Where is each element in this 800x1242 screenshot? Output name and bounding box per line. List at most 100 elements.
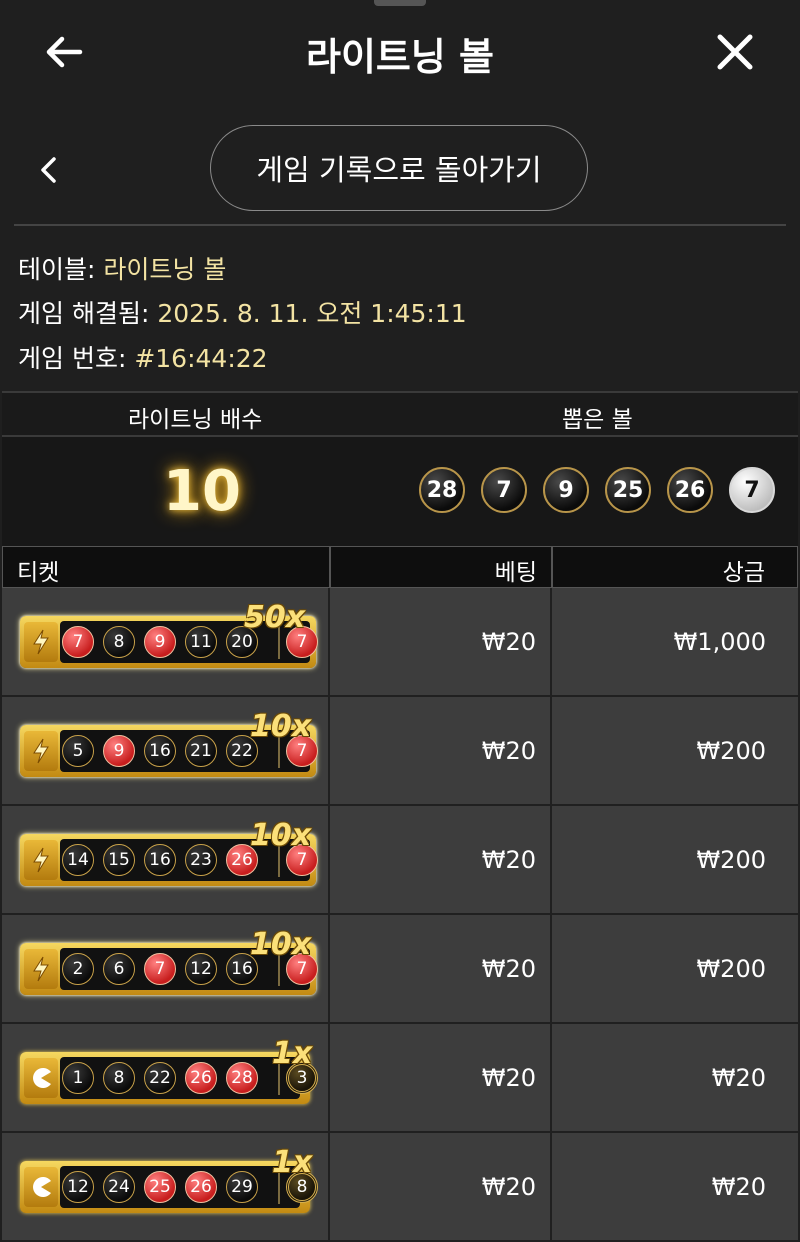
ticket: 12 24 25 26 29 8 1x <box>20 1145 318 1213</box>
ticket-cell: 5 9 16 21 22 7 10x <box>2 697 330 806</box>
multiplier-header: 라이트닝 배수 <box>128 407 263 433</box>
result-table: 라이트닝 배수 뽑은 볼 10 28 7 9 25 26 7 <box>2 391 798 549</box>
ticket-ball: 25 <box>144 1171 176 1203</box>
ticket-ball: 21 <box>185 735 217 767</box>
ticket-ball: 9 <box>144 626 176 658</box>
drawn-ball: 7 <box>481 467 527 513</box>
ticket-ball: 2 <box>62 953 94 985</box>
prize-cell: ₩1,000 <box>552 588 798 697</box>
ticket-ball: 8 <box>103 1062 135 1094</box>
history-nav: 게임 기록으로 돌아가기 <box>0 120 800 220</box>
ticket-ball: 16 <box>144 844 176 876</box>
bet-cell: ₩20 <box>330 1024 552 1133</box>
ticket-multiplier-badge: 1x <box>272 1145 313 1180</box>
ticket-ball: 12 <box>62 1171 94 1203</box>
ticket-cell: 1 8 22 26 28 3 1x <box>2 1024 330 1133</box>
bet-column-header: 베팅 <box>330 546 552 588</box>
balls-header: 뽑은 볼 <box>562 407 633 433</box>
lightning-icon <box>24 622 58 662</box>
lightning-icon <box>24 840 58 880</box>
bet-cell: ₩20 <box>330 697 552 806</box>
ticket: 2 6 7 12 16 7 10x <box>20 927 318 995</box>
ticket-cell: 14 15 16 23 26 7 10x <box>2 806 330 915</box>
prize-cell: ₩20 <box>552 1133 798 1242</box>
prize-cell: ₩200 <box>552 915 798 1024</box>
info-table-label: 테이블: <box>18 255 96 284</box>
tickets-table: 티켓 베팅 상금 7 8 9 11 20 7 50x ₩20 ₩1,000 5 9 16 21 22 7 10… <box>2 546 798 1242</box>
bet-cell: ₩20 <box>330 915 552 1024</box>
drawn-ball: 26 <box>667 467 713 513</box>
tickets-rows: 7 8 9 11 20 7 50x ₩20 ₩1,000 5 9 16 21 22 7 10x ₩20 ₩200 1… <box>2 588 798 1242</box>
ticket-ball: 12 <box>185 953 217 985</box>
ticket-ball: 5 <box>62 735 94 767</box>
ticket-ball: 7 <box>62 626 94 658</box>
ticket-multiplier-badge: 10x <box>250 709 312 744</box>
ticket-row: 14 15 16 23 26 7 10x ₩20 ₩200 <box>2 806 798 915</box>
ticket-ball: 7 <box>144 953 176 985</box>
bet-cell: ₩20 <box>330 588 552 697</box>
info-table: 테이블: 라이트닝 볼 <box>18 250 226 286</box>
chevron-left-icon[interactable] <box>28 150 68 190</box>
result-header: 라이트닝 배수 뽑은 볼 <box>2 393 798 437</box>
drawn-ball: 25 <box>605 467 651 513</box>
ticket-multiplier-badge: 50x <box>244 600 306 635</box>
prize-cell: ₩20 <box>552 1024 798 1133</box>
ticket: 5 9 16 21 22 7 10x <box>20 709 318 777</box>
info-resolved: 게임 해결됨: 2025. 8. 11. 오전 1:45:11 <box>18 294 467 330</box>
pac-icon <box>24 1167 58 1207</box>
tickets-header: 티켓 베팅 상금 <box>2 546 798 588</box>
info-number-label: 게임 번호: <box>18 344 127 373</box>
info-resolved-value: 2025. 8. 11. 오전 1:45:11 <box>157 299 467 328</box>
prize-cell: ₩200 <box>552 806 798 915</box>
pac-icon <box>24 1058 58 1098</box>
result-body: 10 28 7 9 25 26 7 <box>2 437 798 549</box>
ticket-ball: 15 <box>103 844 135 876</box>
ticket-cell: 7 8 9 11 20 7 50x <box>2 588 330 697</box>
ticket-ball: 24 <box>103 1171 135 1203</box>
ticket-column-header: 티켓 <box>2 546 330 588</box>
ticket-ball: 26 <box>185 1062 217 1094</box>
close-icon[interactable] <box>707 24 763 80</box>
drawn-ball-bonus: 7 <box>729 467 775 513</box>
drawn-ball: 9 <box>543 467 589 513</box>
ticket-multiplier-badge: 1x <box>272 1036 313 1071</box>
ticket-row: 2 6 7 12 16 7 10x ₩20 ₩200 <box>2 915 798 1024</box>
ticket-cell: 12 24 25 26 29 8 1x <box>2 1133 330 1242</box>
ticket-row: 12 24 25 26 29 8 1x ₩20 ₩20 <box>2 1133 798 1242</box>
ticket-row: 5 9 16 21 22 7 10x ₩20 ₩200 <box>2 697 798 806</box>
lightning-multiplier: 10 <box>163 459 241 524</box>
ticket-strip: 1 8 22 26 28 3 <box>60 1057 318 1099</box>
ticket-multiplier-badge: 10x <box>250 927 312 962</box>
header: 라이트닝 볼 <box>0 0 800 105</box>
ticket-ball: 11 <box>185 626 217 658</box>
info-number-value: #16:44:22 <box>134 344 268 373</box>
ticket: 1 8 22 26 28 3 1x <box>20 1036 318 1104</box>
ticket-multiplier-badge: 10x <box>250 818 312 853</box>
info-number: 게임 번호: #16:44:22 <box>18 339 268 375</box>
ticket-row: 1 8 22 26 28 3 1x ₩20 ₩20 <box>2 1024 798 1133</box>
ticket: 7 8 9 11 20 7 50x <box>20 600 318 668</box>
ticket-ball: 23 <box>185 844 217 876</box>
ticket-ball: 14 <box>62 844 94 876</box>
page-title: 라이트닝 볼 <box>305 35 495 79</box>
lightning-icon <box>24 949 58 989</box>
back-to-history-button[interactable]: 게임 기록으로 돌아가기 <box>210 125 588 211</box>
ticket-ball: 9 <box>103 735 135 767</box>
prize-column-header: 상금 <box>552 546 798 588</box>
divider <box>14 224 786 226</box>
ticket-ball: 1 <box>62 1062 94 1094</box>
ticket-ball: 8 <box>103 626 135 658</box>
ticket-row: 7 8 9 11 20 7 50x ₩20 ₩1,000 <box>2 588 798 697</box>
ticket-ball: 22 <box>144 1062 176 1094</box>
info-resolved-label: 게임 해결됨: <box>18 299 150 328</box>
bet-cell: ₩20 <box>330 1133 552 1242</box>
ticket-strip: 12 24 25 26 29 8 <box>60 1166 318 1208</box>
ticket-ball: 28 <box>226 1062 258 1094</box>
lightning-icon <box>24 731 58 771</box>
ticket-ball: 26 <box>185 1171 217 1203</box>
prize-cell: ₩200 <box>552 697 798 806</box>
ticket-cell: 2 6 7 12 16 7 10x <box>2 915 330 1024</box>
drawn-ball: 28 <box>419 467 465 513</box>
info-table-value: 라이트닝 볼 <box>103 255 227 284</box>
ticket-ball: 6 <box>103 953 135 985</box>
